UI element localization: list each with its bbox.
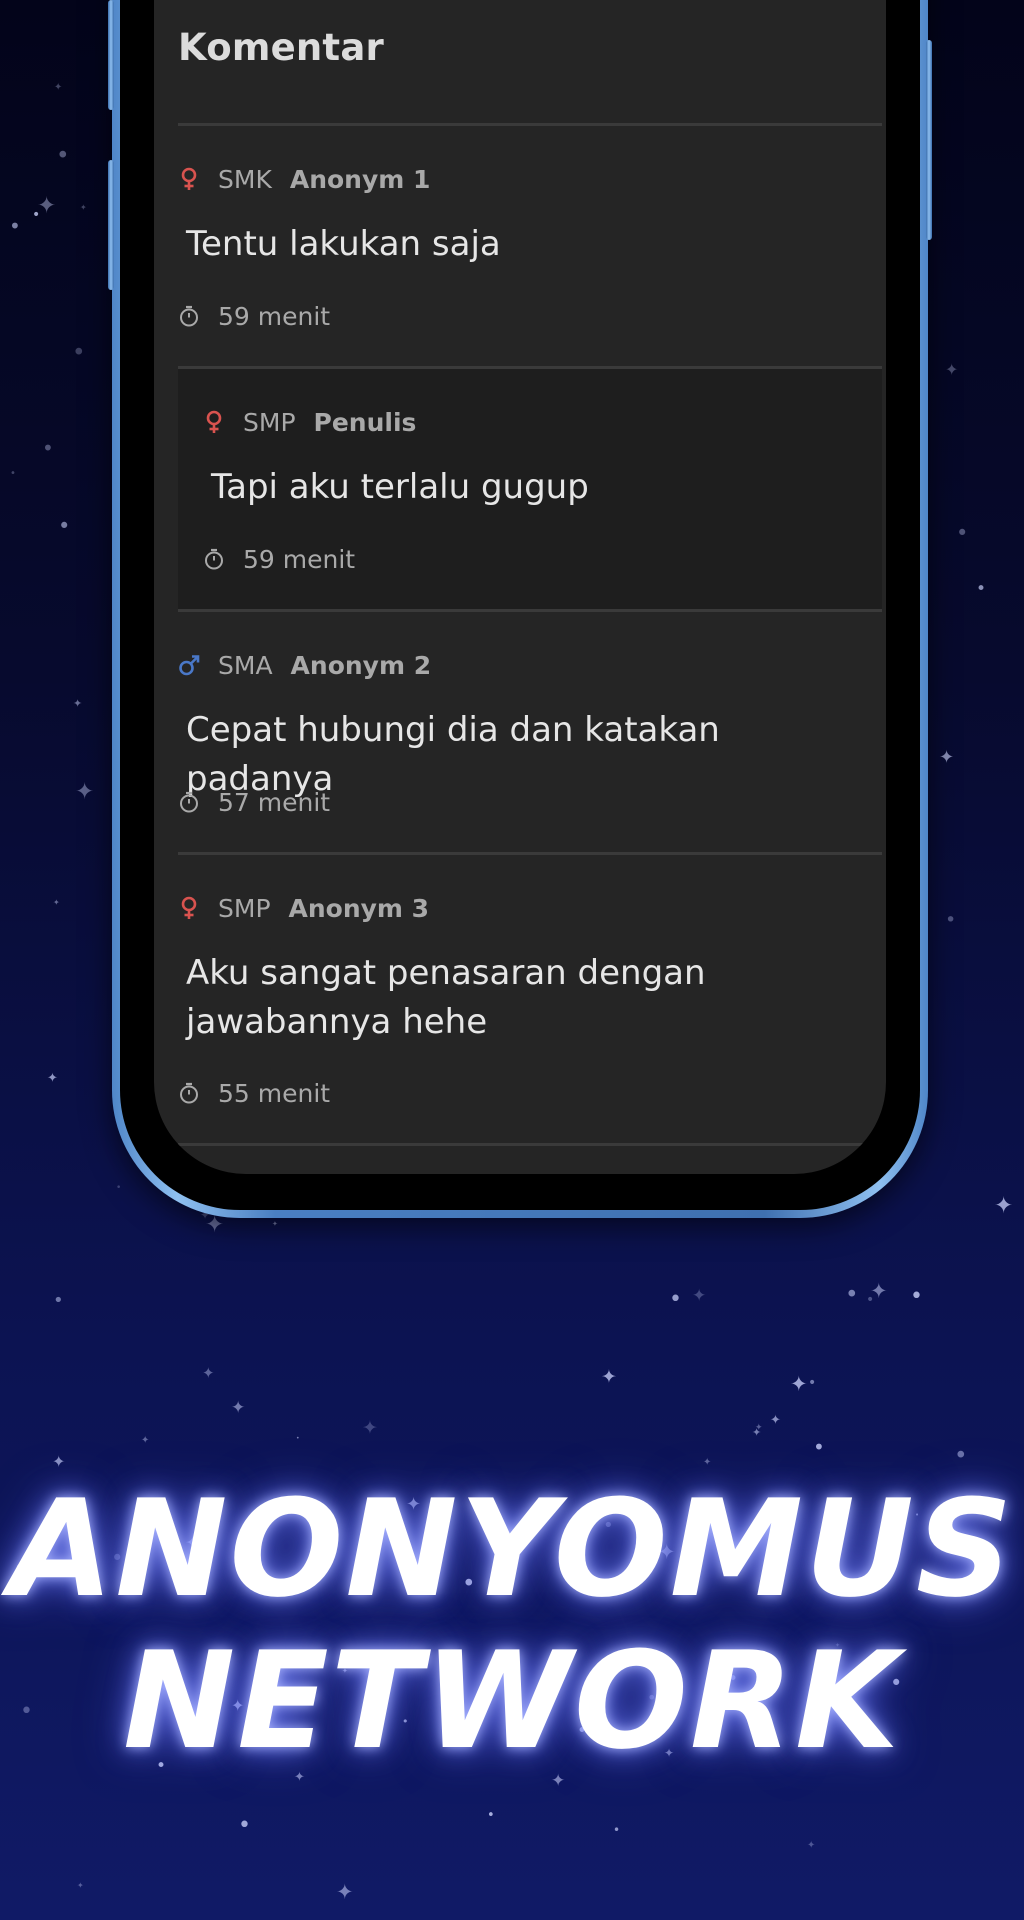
phone-side-button (108, 0, 114, 110)
star-decoration: ✦ (703, 1457, 712, 1468)
female-icon (178, 167, 200, 191)
comment-item[interactable]: SMP Anonym 3 Aku sangat penasaran dengan… (178, 855, 882, 1143)
star-decoration: • (296, 1435, 300, 1442)
comment-time: 55 menit (178, 1077, 330, 1109)
school-label: SMP (243, 407, 296, 437)
star-decoration: ✦ (994, 1193, 1014, 1219)
star-decoration: • (116, 1183, 122, 1193)
star-decoration: ✦ (362, 1417, 378, 1439)
star-decoration: ✦ (202, 1364, 215, 1382)
comment-meta: SMP Penulis (203, 405, 416, 439)
star-decoration: • (42, 436, 54, 460)
female-icon (203, 410, 225, 434)
star-decoration: ✦ (790, 1372, 808, 1396)
star-decoration: • (72, 340, 86, 366)
star-decoration: • (866, 1292, 875, 1308)
star-decoration: ✦ (336, 1880, 354, 1904)
comment-meta: SMP Anonym 3 (178, 891, 429, 925)
phone-power-button (926, 40, 932, 240)
star-decoration: ✦ (37, 193, 57, 219)
star-decoration: ✦ (807, 1840, 816, 1851)
comment-item[interactable]: SMK Anonym 1 Tentu lakukan saja 59 menit (178, 126, 882, 366)
star-decoration: • (53, 1290, 64, 1311)
timer-icon (178, 305, 200, 327)
timer-icon (203, 548, 225, 570)
divider (178, 1143, 882, 1146)
star-decoration: • (845, 1282, 859, 1308)
phone-side-button (108, 160, 114, 290)
timer-icon (178, 1082, 200, 1104)
comment-meta: SMK Anonym 1 (178, 162, 430, 196)
star-decoration: ✦ (601, 1366, 617, 1388)
phone-frame: Komentar SMK Anonym 1 Tentu lakukan saja (108, 0, 932, 1218)
comment-time: 57 menit (178, 786, 330, 818)
timer-icon (178, 791, 200, 813)
male-icon (178, 653, 200, 677)
star-decoration: • (813, 1435, 825, 1459)
star-decoration: • (10, 468, 16, 479)
star-decoration: • (954, 1443, 968, 1469)
headline-line-2: NETWORK (123, 1623, 901, 1779)
star-decoration: ✦ (47, 1071, 58, 1086)
reply-item[interactable]: SMP Penulis Tapi aku terlalu gugup 59 me… (178, 369, 882, 609)
star-decoration: • (956, 521, 969, 545)
star-decoration: ✦ (54, 82, 63, 93)
star-decoration: • (808, 1375, 817, 1391)
star-decoration: ✦ (231, 1398, 246, 1418)
author-name: Anonym 1 (289, 164, 431, 194)
school-label: SMK (218, 164, 272, 194)
phone-screen: Komentar SMK Anonym 1 Tentu lakukan saja (154, 0, 886, 1174)
star-decoration: ✦ (80, 203, 87, 212)
author-name: Anonym 3 (288, 893, 430, 923)
star-decoration: ✦ (73, 697, 83, 710)
star-decoration: • (669, 1287, 682, 1312)
comment-item[interactable]: SMA Anonym 2 Cepat hubungi dia dan katak… (178, 612, 882, 852)
star-decoration: • (613, 1823, 621, 1837)
star-decoration: ✦ (205, 1212, 225, 1238)
star-decoration: • (56, 143, 70, 169)
author-name: Anonym 2 (290, 650, 432, 680)
star-decoration: ✦ (939, 747, 955, 768)
star-decoration: ✦ (755, 1423, 763, 1433)
page-title: Komentar (178, 26, 384, 69)
comment-text: Tentu lakukan saja (186, 224, 501, 264)
star-decoration: • (58, 514, 71, 538)
star-decoration: ✦ (272, 1220, 278, 1228)
star-decoration: ✦ (692, 1286, 707, 1306)
star-decoration: • (487, 1808, 495, 1823)
star-decoration: • (945, 909, 957, 931)
time-text: 57 menit (218, 787, 331, 817)
star-decoration: • (976, 579, 987, 599)
comment-text: Aku sangat penasaran dengan jawabannya h… (186, 953, 706, 1042)
headline-line-1: ANONYOMUS (9, 1471, 1015, 1627)
time-text: 55 menit (218, 1078, 331, 1108)
school-label: SMA (218, 650, 273, 680)
comment-time: 59 menit (203, 543, 355, 575)
comment-meta: SMA Anonym 2 (178, 648, 431, 682)
comment-text: Tapi aku terlalu gugup (211, 467, 589, 507)
star-decoration: ✦ (77, 1881, 84, 1890)
star-decoration: • (9, 214, 21, 238)
comment-list: SMK Anonym 1 Tentu lakukan saja 59 menit (178, 123, 882, 1146)
school-label: SMP (218, 893, 271, 923)
star-decoration: ✦ (75, 779, 95, 805)
female-icon (178, 896, 200, 920)
star-decoration: ✦ (141, 1435, 150, 1446)
star-decoration: • (910, 1284, 923, 1309)
comment-time: 59 menit (178, 300, 330, 332)
star-decoration: ✦ (945, 360, 959, 379)
star-decoration: • (238, 1813, 251, 1838)
time-text: 59 menit (218, 301, 331, 331)
star-decoration: ✦ (52, 1452, 66, 1471)
author-name: Penulis (313, 407, 417, 437)
time-text: 59 menit (243, 544, 356, 574)
phone-bezel: Komentar SMK Anonym 1 Tentu lakukan saja (120, 0, 920, 1210)
star-decoration: ✦ (770, 1413, 781, 1428)
star-decoration: ✦ (53, 898, 60, 907)
